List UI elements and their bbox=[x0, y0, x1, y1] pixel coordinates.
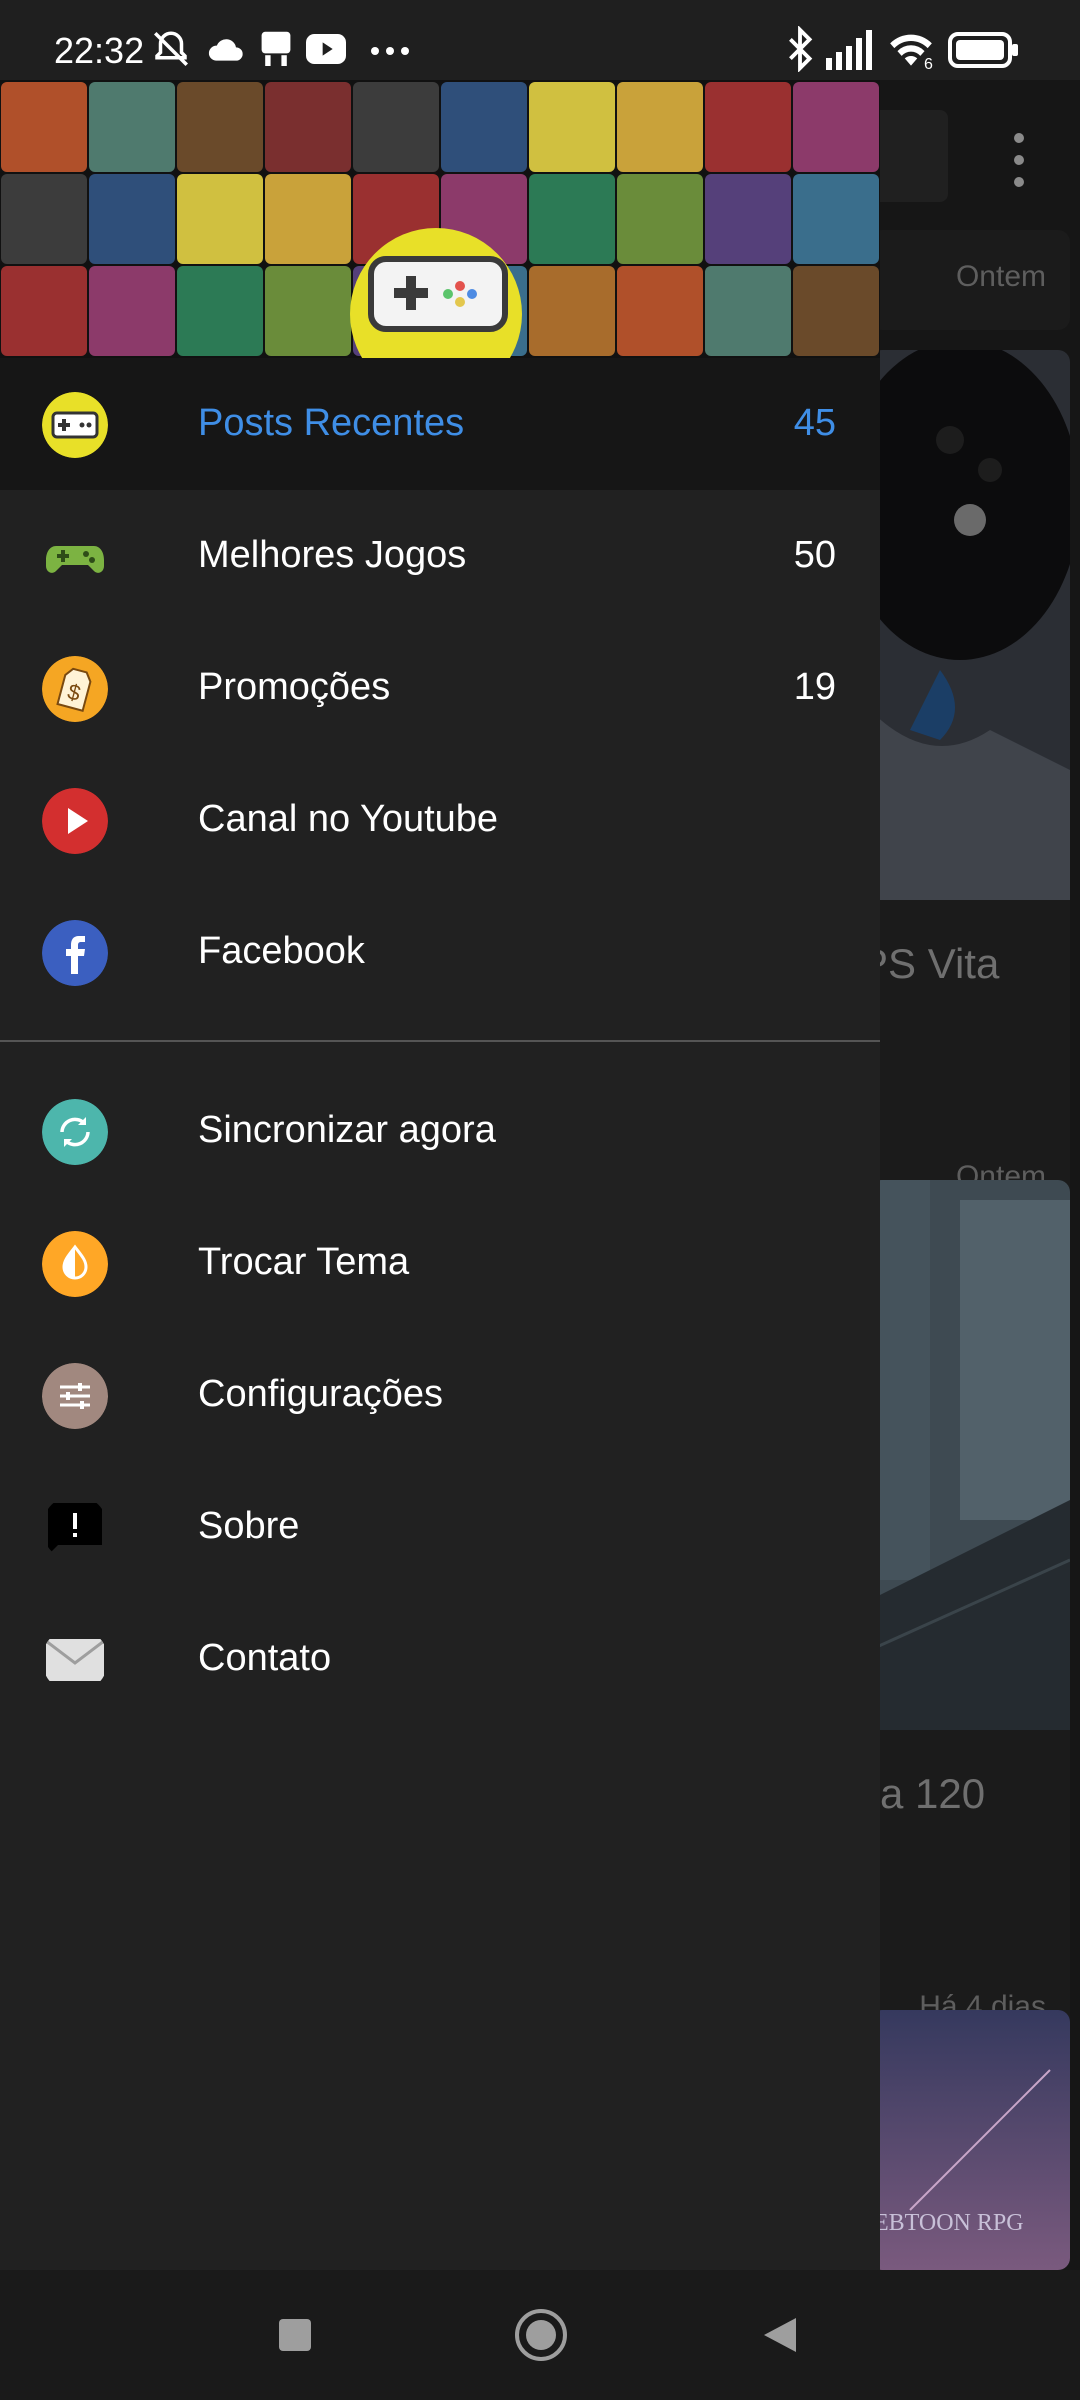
menu-item-promocoes[interactable]: $ Promoções 19 bbox=[0, 622, 880, 754]
menu-item-contato[interactable]: Contato bbox=[0, 1593, 880, 1725]
cloud-icon bbox=[208, 39, 243, 61]
feed-card[interactable]: PS Vita Ontem bbox=[870, 350, 1070, 1230]
menu-item-posts-recentes[interactable]: Posts Recentes 45 bbox=[0, 358, 880, 490]
game-art-tile bbox=[793, 266, 879, 356]
feed-card[interactable]: a 120 Há 4 dias bbox=[870, 1180, 1070, 2060]
desk-icon bbox=[261, 31, 291, 66]
feed-card-text: EBTOON RPG bbox=[874, 2210, 1024, 2236]
game-art-tile bbox=[441, 82, 527, 172]
facebook-icon bbox=[42, 920, 108, 986]
system-navigation-bar bbox=[0, 2270, 1080, 2400]
game-art-tile bbox=[705, 82, 791, 172]
game-art-tile bbox=[617, 82, 703, 172]
menu-label: Canal no Youtube bbox=[198, 798, 499, 840]
feed-image bbox=[870, 350, 1070, 900]
sync-icon bbox=[42, 1099, 108, 1165]
more-notifications-icon bbox=[371, 47, 409, 55]
bluetooth-icon bbox=[789, 26, 813, 72]
gamepad-logo-icon bbox=[368, 256, 508, 332]
game-art-tile bbox=[89, 82, 175, 172]
menu-label: Trocar Tema bbox=[198, 1241, 410, 1283]
back-button[interactable] bbox=[762, 2316, 798, 2354]
youtube-icon bbox=[306, 34, 346, 64]
game-art-tile bbox=[705, 174, 791, 264]
feed-title: a 120 bbox=[880, 1770, 986, 1817]
feed-date: Ontem bbox=[955, 260, 1046, 293]
mail-icon bbox=[45, 1639, 105, 1681]
game-art-tile bbox=[529, 82, 615, 172]
menu-item-sobre[interactable]: Sobre bbox=[0, 1461, 880, 1593]
menu-label: Sobre bbox=[198, 1505, 300, 1547]
recents-button[interactable] bbox=[278, 2318, 312, 2352]
gamepad-icon bbox=[42, 392, 108, 458]
menu-label: Sincronizar agora bbox=[198, 1109, 496, 1151]
game-art-tile bbox=[1, 266, 87, 356]
game-art-tile bbox=[793, 174, 879, 264]
game-art-tile bbox=[705, 266, 791, 356]
game-art-tile bbox=[265, 266, 351, 356]
settings-sliders-icon bbox=[42, 1363, 108, 1429]
game-art-tile bbox=[617, 174, 703, 264]
status-time: 22:32 bbox=[54, 30, 145, 71]
notifications-off-icon bbox=[154, 31, 188, 66]
menu-count-badge: 50 bbox=[793, 534, 836, 576]
menu-item-trocar-tema[interactable]: Trocar Tema bbox=[0, 1197, 880, 1329]
feedback-icon bbox=[48, 1503, 102, 1555]
play-icon bbox=[42, 788, 108, 854]
game-art-tile bbox=[177, 266, 263, 356]
feed-title: PS Vita bbox=[870, 940, 1000, 987]
menu-count-badge: 45 bbox=[793, 402, 836, 444]
menu-item-canal-youtube[interactable]: Canal no Youtube bbox=[0, 754, 880, 886]
feed-image bbox=[870, 1180, 1070, 1730]
menu-count-badge: 19 bbox=[793, 666, 836, 708]
feed-card[interactable]: Ontem bbox=[870, 230, 1070, 330]
menu-label: Facebook bbox=[198, 930, 365, 972]
menu-label: Contato bbox=[198, 1637, 332, 1679]
menu-divider bbox=[0, 1040, 880, 1042]
menu-item-melhores-jogos[interactable]: Melhores Jogos 50 bbox=[0, 490, 880, 622]
price-tag-icon: $ bbox=[42, 656, 108, 722]
game-art-tile bbox=[353, 82, 439, 172]
game-art-tile bbox=[265, 174, 351, 264]
game-art-tile bbox=[793, 82, 879, 172]
game-art-tile bbox=[529, 266, 615, 356]
game-art-tile bbox=[89, 266, 175, 356]
game-art-tile bbox=[265, 82, 351, 172]
status-bar: 22:32 6 bbox=[0, 0, 1080, 80]
game-art-tile bbox=[177, 82, 263, 172]
battery-icon bbox=[948, 32, 1018, 68]
game-art-tile bbox=[89, 174, 175, 264]
drawer-header-banner bbox=[0, 80, 880, 358]
menu-item-sincronizar[interactable]: Sincronizar agora bbox=[0, 1065, 880, 1197]
game-art-tile bbox=[177, 174, 263, 264]
menu-label: Promoções bbox=[198, 666, 391, 708]
menu-label: Configurações bbox=[198, 1373, 444, 1415]
menu-label: Posts Recentes bbox=[198, 402, 465, 444]
feed-card[interactable]: EBTOON RPG bbox=[870, 2010, 1070, 2270]
game-art-tile bbox=[617, 266, 703, 356]
more-vert-icon[interactable] bbox=[1006, 130, 1032, 190]
home-button[interactable] bbox=[514, 2308, 568, 2362]
game-art-tile bbox=[1, 82, 87, 172]
menu-item-configuracoes[interactable]: Configurações bbox=[0, 1329, 880, 1461]
game-art-tile bbox=[1, 174, 87, 264]
navigation-drawer: Posts Recentes 45 Melhores Jogos 50 $ Pr… bbox=[0, 80, 880, 2270]
game-art-tile bbox=[529, 174, 615, 264]
game-controller-icon bbox=[46, 546, 104, 573]
theme-icon bbox=[42, 1231, 108, 1297]
wifi-badge: 6 bbox=[924, 56, 933, 73]
menu-label: Melhores Jogos bbox=[198, 534, 467, 576]
menu-item-facebook[interactable]: Facebook bbox=[0, 886, 880, 1018]
signal-icon bbox=[826, 30, 872, 70]
